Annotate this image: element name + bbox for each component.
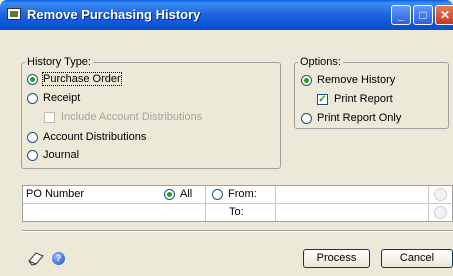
window-app-icon [7, 8, 21, 20]
print-report-only-label: Print Report Only [317, 112, 402, 124]
journal-label: Journal [43, 149, 80, 161]
radio-remove-history[interactable]: Remove History [301, 74, 395, 86]
range-divider-3 [428, 186, 429, 221]
separator-highlight [22, 231, 453, 232]
range-field-label: PO Number [26, 188, 85, 200]
print-report-only-radio-icon[interactable] [301, 112, 312, 124]
range-table: PO Number All From: To: [22, 185, 453, 222]
minimize-icon: _ [397, 8, 405, 22]
radio-receipt[interactable]: Receipt [27, 92, 80, 104]
history-type-legend: History Type: [27, 56, 91, 68]
notes-icon[interactable] [26, 249, 46, 267]
remove-history-radio-icon[interactable] [301, 74, 312, 86]
include-account-distributions-checkbox-icon[interactable] [44, 111, 55, 123]
account-distributions-label: Account Distributions [43, 131, 147, 143]
dialog-body: History Type: Purchase Order Receipt Inc… [0, 30, 453, 276]
purchase-order-radio-icon[interactable] [27, 73, 38, 85]
lookup-from-button[interactable] [434, 188, 447, 201]
receipt-label: Receipt [43, 92, 81, 104]
journal-radio-icon[interactable] [27, 149, 38, 161]
range-to-input[interactable] [276, 204, 428, 221]
account-distributions-radio-icon[interactable] [27, 131, 38, 143]
radio-print-report-only[interactable]: Print Report Only [301, 112, 401, 124]
help-icon[interactable]: ? [52, 252, 65, 265]
range-to-label: To: [229, 206, 244, 218]
minimize-button[interactable]: _ [391, 5, 411, 25]
range-from-radio-icon[interactable] [212, 188, 223, 200]
radio-purchase-order[interactable]: Purchase Order [27, 72, 122, 86]
range-divider-1 [205, 186, 206, 221]
checkbox-print-report[interactable]: ✓ Print Report [317, 93, 393, 105]
radio-account-distributions[interactable]: Account Distributions [27, 131, 146, 143]
purchase-order-label: Purchase Order [42, 72, 122, 86]
close-button[interactable]: ✕ [435, 5, 453, 25]
maximize-icon: □ [419, 8, 427, 22]
receipt-radio-icon[interactable] [27, 92, 38, 104]
checkbox-include-account-distributions[interactable]: Include Account Distributions [44, 111, 202, 123]
radio-range-from[interactable]: From: [212, 188, 257, 200]
print-report-label: Print Report [334, 93, 393, 105]
radio-journal[interactable]: Journal [27, 149, 79, 161]
process-button[interactable]: Process [303, 249, 370, 268]
range-all-label: All [180, 188, 193, 200]
maximize-button[interactable]: □ [413, 5, 433, 25]
title-bar[interactable]: Remove Purchasing History _ □ ✕ [0, 0, 453, 30]
range-from-input[interactable] [276, 186, 428, 203]
range-all-radio-icon[interactable] [164, 188, 175, 200]
close-icon: ✕ [439, 8, 451, 22]
cancel-button[interactable]: Cancel [381, 249, 453, 268]
lookup-to-button[interactable] [434, 206, 447, 219]
checkmark-icon[interactable]: ✓ [317, 93, 328, 105]
window-title: Remove Purchasing History [27, 7, 201, 22]
remove-history-label: Remove History [317, 74, 396, 86]
options-legend: Options: [300, 56, 341, 68]
radio-range-all[interactable]: All [164, 188, 192, 200]
include-account-distributions-label: Include Account Distributions [61, 111, 203, 123]
range-from-label: From: [228, 188, 257, 200]
